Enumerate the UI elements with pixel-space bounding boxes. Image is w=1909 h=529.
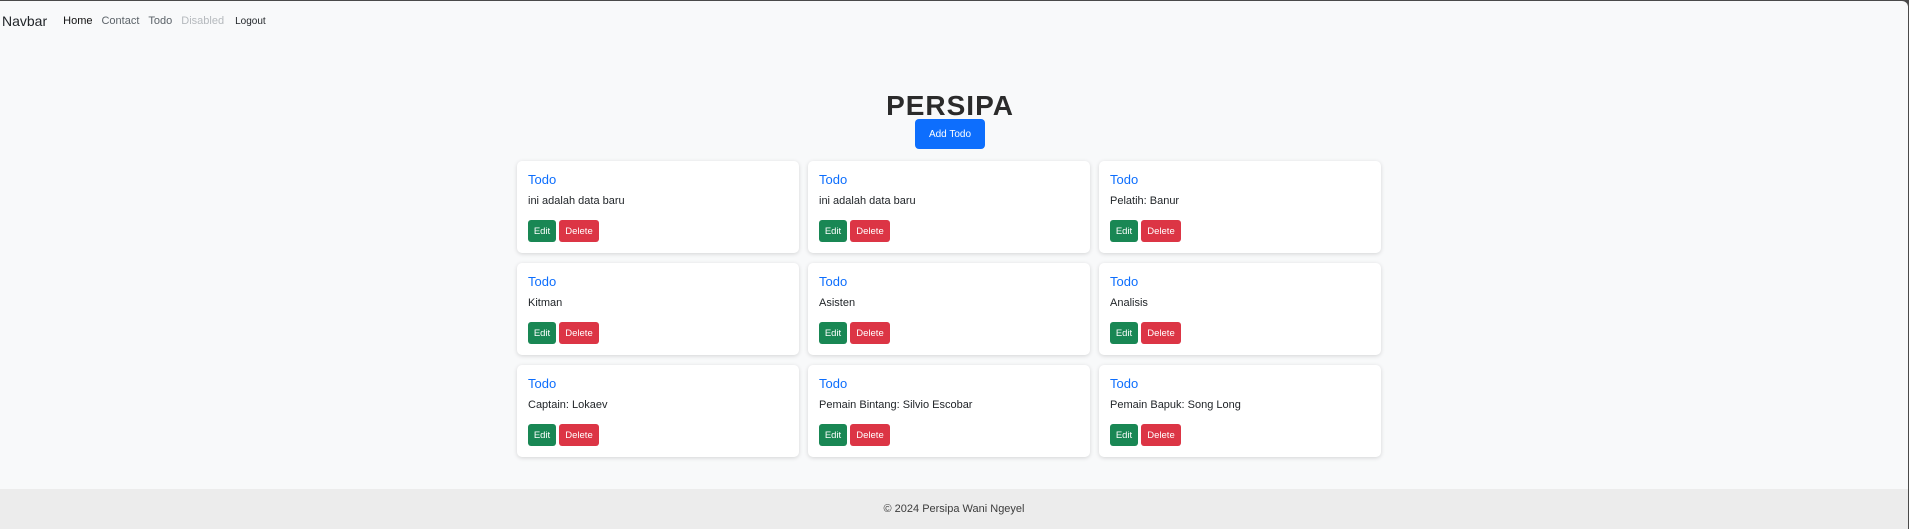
edit-button[interactable]: Edit	[528, 424, 556, 446]
nav-link-todo[interactable]: Todo	[148, 15, 172, 27]
delete-button[interactable]: Delete	[1141, 424, 1181, 446]
delete-button[interactable]: Delete	[559, 220, 599, 242]
todo-grid: Todo ini adalah data baru Edit Delete To…	[517, 161, 1381, 457]
page: Navbar Home Contact Todo Disabled Logout…	[0, 1, 1908, 529]
todo-card: Todo Analisis Edit Delete	[1099, 263, 1381, 355]
add-todo-button[interactable]: Add Todo	[915, 119, 985, 149]
todo-card-text: Asisten	[819, 297, 856, 309]
todo-card-title: Todo	[528, 274, 557, 289]
todo-card: Todo Pemain Bintang: Silvio Escobar Edit…	[808, 365, 1090, 457]
edit-button[interactable]: Edit	[819, 220, 847, 242]
navbar-brand[interactable]: Navbar	[2, 13, 47, 29]
todo-card-actions: Edit Delete	[528, 424, 599, 446]
edit-button[interactable]: Edit	[1110, 220, 1138, 242]
nav-link-home[interactable]: Home	[63, 15, 92, 27]
edit-button[interactable]: Edit	[528, 322, 556, 344]
logout-button[interactable]: Logout	[235, 16, 266, 27]
footer: © 2024 Persipa Wani Ngeyel	[0, 489, 1908, 529]
todo-card-actions: Edit Delete	[528, 322, 599, 344]
todo-card-text: ini adalah data baru	[819, 195, 916, 207]
todo-card: Todo Pelatih: Banur Edit Delete	[1099, 161, 1381, 253]
todo-card-text: Pemain Bapuk: Song Long	[1110, 399, 1241, 411]
todo-card-text: Captain: Lokaev	[528, 399, 608, 411]
todo-card-actions: Edit Delete	[819, 220, 890, 242]
todo-card-text: Analisis	[1110, 297, 1148, 309]
todo-card: Todo Captain: Lokaev Edit Delete	[517, 365, 799, 457]
todo-card-title: Todo	[528, 172, 557, 187]
todo-card-title: Todo	[528, 376, 557, 391]
todo-card-title: Todo	[1110, 274, 1139, 289]
edit-button[interactable]: Edit	[1110, 322, 1138, 344]
todo-card: Todo Pemain Bapuk: Song Long Edit Delete	[1099, 365, 1381, 457]
todo-card-text: ini adalah data baru	[528, 195, 625, 207]
edit-button[interactable]: Edit	[819, 424, 847, 446]
delete-button[interactable]: Delete	[559, 424, 599, 446]
todo-card: Todo ini adalah data baru Edit Delete	[808, 161, 1090, 253]
delete-button[interactable]: Delete	[850, 220, 890, 242]
todo-card-title: Todo	[819, 376, 848, 391]
todo-card-text: Pelatih: Banur	[1110, 195, 1180, 207]
todo-card: Todo ini adalah data baru Edit Delete	[517, 161, 799, 253]
delete-button[interactable]: Delete	[1141, 220, 1181, 242]
todo-card-actions: Edit Delete	[1110, 424, 1181, 446]
todo-card-actions: Edit Delete	[819, 424, 890, 446]
delete-button[interactable]: Delete	[850, 424, 890, 446]
edit-button[interactable]: Edit	[1110, 424, 1138, 446]
delete-button[interactable]: Delete	[1141, 322, 1181, 344]
page-title: PERSIPA	[886, 89, 1014, 121]
edit-button[interactable]: Edit	[528, 220, 556, 242]
todo-card-actions: Edit Delete	[1110, 220, 1181, 242]
todo-card-actions: Edit Delete	[528, 220, 599, 242]
todo-card: Todo Kitman Edit Delete	[517, 263, 799, 355]
edit-button[interactable]: Edit	[819, 322, 847, 344]
nav-link-disabled: Disabled	[181, 15, 225, 27]
delete-button[interactable]: Delete	[559, 322, 599, 344]
todo-card-text: Pemain Bintang: Silvio Escobar	[819, 399, 973, 411]
footer-text: © 2024 Persipa Wani Ngeyel	[883, 503, 1025, 515]
todo-card-actions: Edit Delete	[819, 322, 890, 344]
todo-card-title: Todo	[1110, 376, 1139, 391]
todo-card: Todo Asisten Edit Delete	[808, 263, 1090, 355]
delete-button[interactable]: Delete	[850, 322, 890, 344]
todo-card-text: Kitman	[528, 297, 563, 309]
todo-card-title: Todo	[819, 274, 848, 289]
navbar: Navbar Home Contact Todo Disabled Logout	[0, 1, 1908, 41]
todo-card-title: Todo	[1110, 172, 1139, 187]
todo-card-title: Todo	[819, 172, 848, 187]
todo-card-actions: Edit Delete	[1110, 322, 1181, 344]
nav-link-contact[interactable]: Contact	[101, 15, 139, 27]
